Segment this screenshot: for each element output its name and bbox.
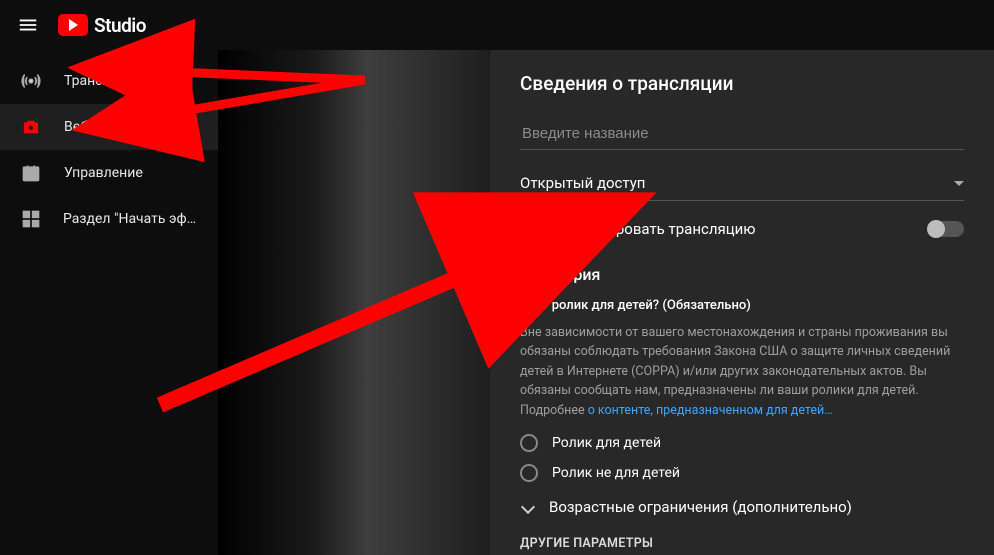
sidebar-item-label: Веб-камера [64,119,140,135]
sidebar: Трансляции Веб-камера Управление Раздел … [0,50,218,555]
stream-details-panel: Сведения о трансляции Открытый доступ За… [490,50,994,555]
menu-icon [17,14,39,36]
sidebar-item-streams[interactable]: Трансляции [0,58,218,104]
schedule-toggle[interactable] [928,221,964,237]
studio-logo[interactable]: Studio [58,14,146,37]
sidebar-item-label: Трансляции [64,73,143,89]
sidebar-item-section[interactable]: Раздел "Начать эфи… [0,196,218,242]
chevron-down-icon [954,181,964,186]
radio-not-for-kids[interactable]: Ролик не для детей [520,464,964,482]
radio-icon [520,434,538,452]
visibility-select[interactable]: Открытый доступ [520,168,964,201]
age-restriction-label: Возрастные ограничения (дополнительно) [549,498,852,516]
age-restriction-expander[interactable]: Возрастные ограничения (дополнительно) [520,498,964,516]
sidebar-item-manage[interactable]: Управление [0,150,218,196]
chevron-down-icon [521,500,535,514]
sidebar-item-webcam[interactable]: Веб-камера [0,104,218,150]
audience-question: Этот ролик для детей? (Обязательно) [520,298,964,313]
camera-icon [20,116,42,138]
stream-title-input[interactable] [520,124,964,143]
schedule-label: Запланировать трансляцию [556,220,756,238]
other-params-heading: ДРУГИЕ ПАРАМЕТРЫ [520,536,964,551]
panel-title: Сведения о трансляции [520,72,964,95]
coppa-info-link[interactable]: о контенте, предназначенном для детей… [588,403,833,418]
radio-label: Ролик для детей [552,435,661,451]
calendar-event-icon [520,219,540,239]
hamburger-menu-button[interactable] [16,13,40,37]
broadcast-icon [20,70,42,92]
grid-icon [20,208,41,230]
logo-text: Studio [94,14,146,37]
sidebar-item-label: Управление [64,165,143,181]
radio-icon [520,464,538,482]
sidebar-item-label: Раздел "Начать эфи… [63,211,198,227]
visibility-value: Открытый доступ [520,174,645,192]
youtube-icon [58,14,88,36]
schedule-row: Запланировать трансляцию [520,219,964,239]
radio-for-kids[interactable]: Ролик для детей [520,434,964,452]
top-bar: Studio [0,0,994,50]
audience-description: Вне зависимости от вашего местонахождени… [520,323,964,420]
audience-heading: Аудитория [520,265,964,284]
video-preview-area [218,50,490,555]
title-input-row[interactable] [520,121,964,150]
radio-label: Ролик не для детей [552,465,680,481]
calendar-icon [20,162,42,184]
